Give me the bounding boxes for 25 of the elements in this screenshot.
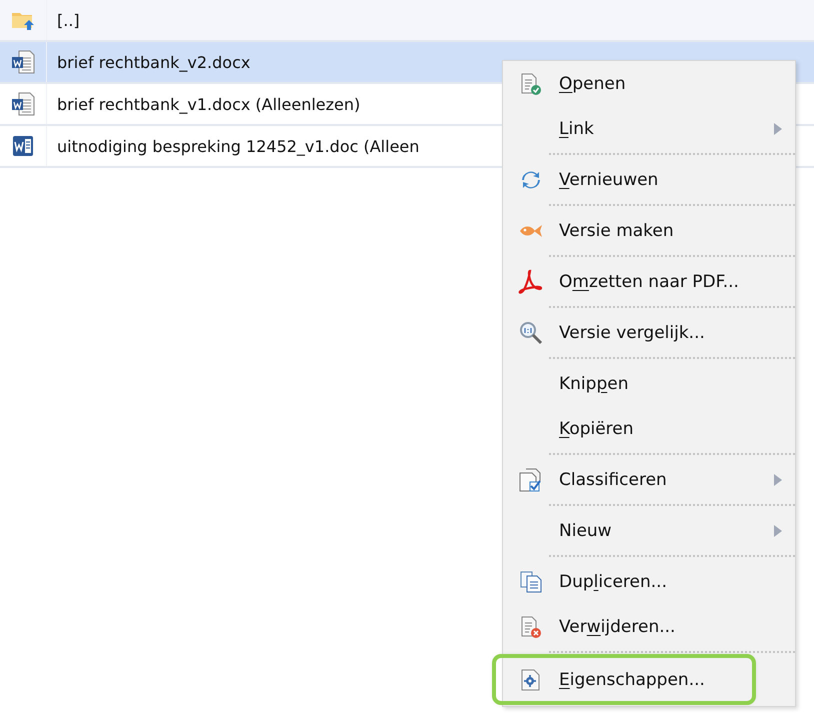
pdf-icon (518, 268, 544, 294)
document-check-icon (519, 72, 543, 96)
word-document-icon (10, 49, 36, 75)
menu-item[interactable]: Dupliceren... (503, 559, 795, 604)
file-name: brief rechtbank_v1.docx (Alleenlezen) (57, 94, 360, 114)
menu-item[interactable]: Versie vergelijk... (503, 310, 795, 355)
copy-icon (519, 570, 543, 594)
menu-item[interactable]: Classificeren (503, 457, 795, 502)
magnifier-icon (519, 320, 543, 344)
file-name: [..] (57, 10, 80, 30)
word-document-icon (10, 133, 36, 159)
menu-item[interactable]: Eigenschappen... (495, 657, 753, 702)
menu-item[interactable]: Knippen (503, 361, 795, 406)
menu-item[interactable]: Nieuw (503, 508, 795, 553)
document-gear-icon (520, 668, 542, 692)
menu-item[interactable]: Kopiëren (503, 406, 795, 451)
menu-item[interactable]: Verwijderen... (503, 604, 795, 649)
word-document-icon (10, 91, 36, 117)
menu-item[interactable]: Omzetten naar PDF... (503, 259, 795, 304)
document-delete-icon (519, 614, 543, 638)
file-name: brief rechtbank_v2.docx (57, 52, 250, 72)
menu-item[interactable]: Versie maken (503, 208, 795, 253)
refresh-icon (520, 168, 542, 190)
file-name: uitnodiging bespreking 12452_v1.doc (Alleen (57, 136, 420, 156)
file-row[interactable]: [..] (0, 0, 814, 42)
